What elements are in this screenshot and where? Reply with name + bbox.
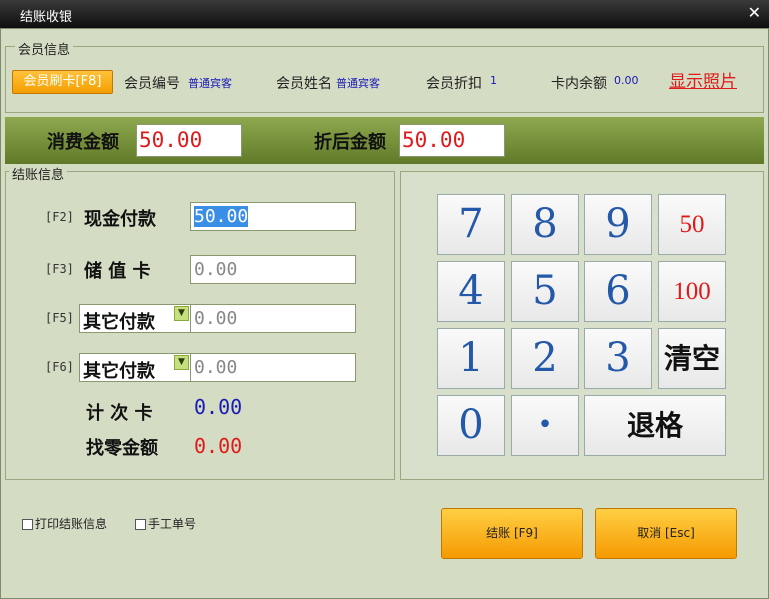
member-name-value: 普通宾客 xyxy=(336,77,380,90)
checkbox-icon[interactable] xyxy=(135,519,146,530)
change-amount-value: 0.00 xyxy=(194,434,243,458)
key-9[interactable]: 9 xyxy=(584,194,652,255)
close-icon[interactable]: ✕ xyxy=(748,3,761,22)
other-payment-1-shortcut: [F5] xyxy=(45,311,74,325)
member-name-label: 会员姓名 xyxy=(276,76,332,92)
chevron-down-icon[interactable]: ▼ xyxy=(174,306,189,321)
cash-payment-value: 50.00 xyxy=(194,206,249,227)
other-payment-2-input[interactable]: 0.00 xyxy=(190,353,356,382)
checkbox-icon[interactable] xyxy=(22,519,33,530)
key-7[interactable]: 7 xyxy=(437,194,505,255)
cash-shortcut: [F2] xyxy=(45,210,74,224)
key-6[interactable]: 6 xyxy=(584,261,652,322)
key-100[interactable]: 100 xyxy=(658,261,726,322)
settle-info-legend: 结账信息 xyxy=(9,164,68,183)
stored-card-label: 储 值 卡 xyxy=(84,261,151,282)
amount-bar: 消费金额 50.00 折后金额 50.00 xyxy=(5,117,764,164)
discounted-amount-field: 50.00 xyxy=(399,124,505,157)
count-card-value: 0.00 xyxy=(194,395,243,419)
numeric-keypad: 7 8 9 50 4 5 6 100 1 2 3 清空 0 • 退格 xyxy=(400,171,764,480)
consume-amount-label: 消费金额 xyxy=(47,132,119,153)
member-discount-value: 1 xyxy=(490,74,497,87)
key-1[interactable]: 1 xyxy=(437,328,505,389)
key-0[interactable]: 0 xyxy=(437,395,505,456)
cash-payment-input[interactable]: 50.00 xyxy=(190,202,356,231)
other-payment-1-label: 其它付款 xyxy=(83,312,155,333)
backspace-button[interactable]: 退格 xyxy=(584,395,726,456)
member-id-label: 会员编号 xyxy=(124,76,180,92)
count-card-label: 计 次 卡 xyxy=(86,403,153,424)
print-receipt-label: 打印结账信息 xyxy=(35,517,108,531)
member-info-legend: 会员信息 xyxy=(15,39,74,58)
key-5[interactable]: 5 xyxy=(511,261,579,322)
change-amount-label: 找零金额 xyxy=(86,438,158,459)
other-payment-1-input[interactable]: 0.00 xyxy=(190,304,356,333)
other-payment-2-shortcut: [F6] xyxy=(45,360,74,374)
key-dot[interactable]: • xyxy=(511,395,579,456)
chevron-down-icon[interactable]: ▼ xyxy=(174,355,189,370)
key-2[interactable]: 2 xyxy=(511,328,579,389)
manual-order-checkbox[interactable]: 手工单号 xyxy=(135,515,196,532)
key-50[interactable]: 50 xyxy=(658,194,726,255)
key-8[interactable]: 8 xyxy=(511,194,579,255)
discounted-amount-label: 折后金额 xyxy=(314,132,386,153)
show-photo-link[interactable]: 显示照片 xyxy=(669,67,737,92)
other-payment-2-label: 其它付款 xyxy=(83,361,155,382)
other-payment-1-select[interactable]: 其它付款 ▼ xyxy=(79,304,191,333)
key-4[interactable]: 4 xyxy=(437,261,505,322)
title-bar: 结账收银 ✕ xyxy=(0,0,769,28)
card-balance-value: 0.00 xyxy=(614,74,639,87)
member-swipe-button[interactable]: 会员刷卡[F8] xyxy=(12,70,113,94)
key-3[interactable]: 3 xyxy=(584,328,652,389)
card-balance-label: 卡内余额 xyxy=(551,76,607,92)
print-receipt-checkbox[interactable]: 打印结账信息 xyxy=(22,515,107,532)
consume-amount-field: 50.00 xyxy=(136,124,242,157)
clear-button[interactable]: 清空 xyxy=(658,328,726,389)
cancel-button[interactable]: 取消 [Esc] xyxy=(595,508,737,559)
cash-label: 现金付款 xyxy=(84,209,156,230)
member-discount-label: 会员折扣 xyxy=(426,76,482,92)
other-payment-2-select[interactable]: 其它付款 ▼ xyxy=(79,353,191,382)
member-info-group xyxy=(5,46,764,113)
checkout-button[interactable]: 结账 [F9] xyxy=(441,508,583,559)
manual-order-label: 手工单号 xyxy=(148,517,197,531)
member-id-value: 普通宾客 xyxy=(188,77,232,90)
window-title: 结账收银 xyxy=(20,10,73,25)
stored-card-input[interactable]: 0.00 xyxy=(190,255,356,284)
stored-card-shortcut: [F3] xyxy=(45,262,74,276)
